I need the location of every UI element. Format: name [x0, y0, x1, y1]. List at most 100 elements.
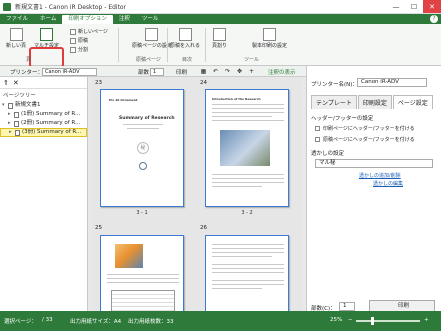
- pan-icon[interactable]: ✥: [236, 68, 243, 75]
- page-settings-icon: [145, 28, 159, 41]
- ribbon-divider: [167, 28, 168, 62]
- page-settings-label: 原稿ページの設定: [132, 43, 172, 49]
- emblem-icon: [139, 162, 147, 170]
- page-label: 3 - 2: [241, 210, 253, 216]
- new-page-button[interactable]: 新しい頁: [6, 28, 26, 49]
- ribbon-divider: [118, 28, 119, 62]
- page-thumbnail-25[interactable]: [100, 235, 184, 311]
- print-page-header-footer-checkbox[interactable]: 印刷ページにヘッダー/フッターを付ける: [315, 125, 415, 132]
- text-line: [123, 124, 163, 125]
- tree-item-section-1[interactable]: ▸ (1冊) Summary of R...: [0, 110, 87, 119]
- tab-print-options[interactable]: 印刷オプション: [62, 15, 113, 24]
- paper-size-text: 出力用紙サイズ：A4: [70, 319, 122, 325]
- bind-button[interactable]: 頁割り: [212, 28, 227, 49]
- page-label: 3 - 1: [136, 210, 148, 216]
- zoom-slider-thumb[interactable]: [371, 317, 374, 325]
- print-label[interactable]: 印刷: [176, 68, 187, 76]
- tab-print-settings[interactable]: 印刷設定: [357, 95, 392, 109]
- tab-annotation[interactable]: 注釈: [113, 15, 136, 24]
- checkbox[interactable]: [315, 137, 320, 142]
- maximize-button[interactable]: ☐: [405, 0, 423, 13]
- text-line: [212, 112, 284, 113]
- zoom-out-icon[interactable]: −: [348, 317, 353, 323]
- insert-button[interactable]: 原稿: [70, 37, 88, 44]
- text-line: [212, 288, 262, 289]
- tree-item-document[interactable]: ▾ 新規文書1: [0, 101, 87, 110]
- bind-icon: [213, 28, 226, 41]
- page-number: 26: [200, 225, 207, 231]
- title-bar: 新規文書1 - Canon iR Desktop - Editor — ☐ ✕: [0, 0, 441, 14]
- zoom-slider[interactable]: [356, 320, 420, 322]
- tree-item-label: (2冊) Summary of R...: [21, 120, 81, 126]
- tree-item-label: (3冊) Summary of R...: [22, 129, 82, 135]
- tab-tools[interactable]: ツール: [136, 15, 165, 24]
- insert-page-button[interactable]: 原稿を入れる: [170, 28, 200, 49]
- new-page-sub-button[interactable]: 新しいページ: [70, 28, 108, 35]
- watermark-select[interactable]: マル秘: [315, 159, 433, 168]
- page-settings-button[interactable]: 原稿ページの設定: [132, 28, 172, 49]
- app-icon: [3, 2, 11, 11]
- insert-page-label: 原稿を入れる: [170, 43, 201, 49]
- confidential-stamp: 秘: [137, 142, 149, 154]
- tree-item-section-2[interactable]: ▸ (2冊) Summary of R...: [0, 119, 87, 128]
- undo-icon[interactable]: ↶: [212, 68, 219, 75]
- copies-input[interactable]: 1: [150, 67, 164, 76]
- source-page-header-footer-checkbox[interactable]: 原稿ページにヘッダー/フッターを付ける: [315, 136, 415, 143]
- minimize-button[interactable]: —: [387, 0, 405, 13]
- add-icon[interactable]: +: [248, 68, 255, 75]
- ribbon: 新しい頁 マルチ設定 新しいページ 原稿 分割 原稿ページの設定 原稿を入れる …: [0, 24, 441, 68]
- page-number: 23: [95, 80, 102, 86]
- delete-icon[interactable]: ✕: [13, 79, 19, 87]
- text-line: [107, 274, 179, 275]
- split-icon: [70, 46, 76, 53]
- tab-template[interactable]: テンプレート: [311, 95, 357, 109]
- ribbon-divider: [205, 28, 206, 62]
- redo-icon[interactable]: ↷: [224, 68, 231, 75]
- page-tree-title: ページツリー: [3, 93, 36, 99]
- text-line: [212, 272, 284, 273]
- text-line: [212, 268, 284, 269]
- fit-icon[interactable]: ▦: [200, 68, 207, 75]
- document-icon: [15, 129, 20, 136]
- annotation-view-toggle[interactable]: 注釈の表示: [268, 68, 296, 76]
- watermark-edit-link[interactable]: 透かしの編集: [373, 180, 403, 187]
- document-icon: [14, 111, 19, 118]
- watermark-section-title: 透かしの設定: [311, 151, 345, 157]
- status-bar: 選択ページ： / 33 出力用紙サイズ：A4 出力用紙枚数：33 25% − +: [0, 311, 441, 331]
- document-icon: [8, 102, 13, 109]
- page-thumbnail-area[interactable]: 23 Pix 10 Ornament Summary of Research 秘…: [92, 77, 302, 311]
- split-button[interactable]: 分割: [70, 46, 88, 53]
- binding-button[interactable]: 製本印刷の設定: [252, 28, 287, 49]
- tree-item-section-3[interactable]: ▸ (3冊) Summary of R...: [0, 128, 87, 137]
- insert-icon: [70, 37, 76, 44]
- page-thumbnail-26[interactable]: [205, 235, 289, 311]
- tab-home[interactable]: ホーム: [34, 15, 62, 24]
- window-title: 新規文書1 - Canon iR Desktop - Editor: [15, 4, 127, 11]
- new-page-sub-label: 新しいページ: [78, 29, 108, 35]
- multi-setting-button[interactable]: マルチ設定: [34, 28, 59, 49]
- watermark-add-delete-link[interactable]: 透かしの追加/削除: [359, 172, 401, 179]
- page-thumbnail-24[interactable]: Introduction of the Research: [205, 89, 289, 207]
- text-line: [212, 244, 284, 245]
- help-icon[interactable]: ?: [430, 15, 438, 23]
- group-label-source: 原稿ページ: [136, 57, 161, 63]
- page-thumbnail-23[interactable]: Pix 10 Ornament Summary of Research 秘: [100, 89, 184, 207]
- text-line: [107, 282, 179, 283]
- page-header-text: Pix 10 Ornament: [109, 98, 138, 102]
- printer-select[interactable]: Canon iR-ADV: [42, 67, 97, 76]
- page-heading: Summary of Research: [119, 116, 175, 121]
- checkbox[interactable]: [315, 126, 320, 131]
- text-line: [212, 104, 284, 105]
- zoom-in-icon[interactable]: +: [424, 317, 429, 323]
- panel-copies-input[interactable]: 1: [339, 302, 355, 311]
- printer-name-select[interactable]: Canon iR-ADV: [357, 78, 427, 87]
- settings-tabs: テンプレート 印刷設定 ページ設定: [311, 95, 434, 109]
- move-up-icon[interactable]: ⇑: [3, 79, 9, 87]
- text-line: [212, 256, 272, 257]
- ribbon-tabs: ファイル ホーム 印刷オプション 注釈 ツール ?: [0, 14, 441, 24]
- tab-page-settings[interactable]: ページ設定: [392, 95, 433, 109]
- close-button[interactable]: ✕: [423, 0, 441, 13]
- binding-label: 製本印刷の設定: [252, 43, 288, 49]
- tab-file[interactable]: ファイル: [0, 15, 34, 24]
- text-line: [212, 186, 262, 187]
